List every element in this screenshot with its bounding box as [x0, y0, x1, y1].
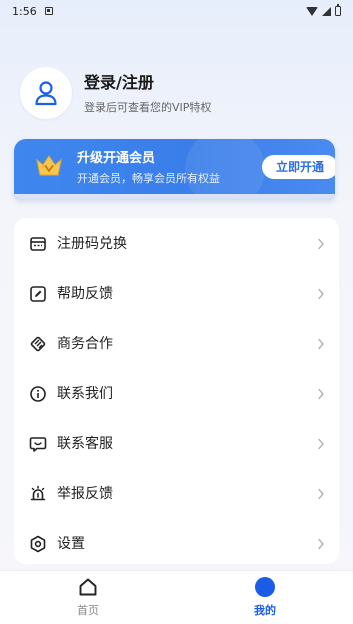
menu-item-label: 设置 — [57, 536, 85, 552]
profile-dot-icon — [255, 577, 275, 597]
menu-item-label: 举报反馈 — [57, 486, 113, 502]
vip-glow — [185, 139, 265, 199]
status-bar: 1:56 — [0, 0, 353, 22]
vip-subtitle: 开通会员，畅享会员所有权益 — [77, 172, 220, 185]
chevron-right-icon — [318, 538, 324, 550]
chevron-right-icon — [318, 388, 324, 400]
login-title[interactable]: 登录/注册 — [84, 72, 211, 94]
user-icon — [35, 81, 57, 106]
avatar[interactable] — [20, 67, 72, 119]
menu-item-customer-service[interactable]: 联系客服 — [14, 424, 339, 464]
menu-item-label: 注册码兑换 — [57, 236, 127, 252]
menu-item-contact-us[interactable]: 联系我们 — [14, 374, 339, 414]
menu-item-label: 联系我们 — [57, 386, 113, 402]
nav-tab-home[interactable]: 首页 — [0, 571, 176, 624]
menu-item-settings[interactable]: 设置 — [14, 524, 339, 564]
bottom-nav: 首页 我的 — [0, 570, 353, 624]
alarm-icon — [30, 485, 46, 501]
menu-item-report[interactable]: 举报反馈 — [14, 474, 339, 514]
handshake-icon — [30, 336, 46, 352]
notification-icon — [44, 7, 53, 15]
menu-item-label: 帮助反馈 — [57, 286, 113, 302]
nav-label-mine: 我的 — [254, 604, 276, 617]
crown-icon — [36, 155, 62, 176]
card-icon — [30, 237, 46, 251]
menu-item-label: 商务合作 — [57, 336, 113, 352]
nav-label-home: 首页 — [77, 604, 99, 617]
menu-item-redeem-code[interactable]: 注册码兑换 — [14, 224, 339, 264]
nav-tab-mine[interactable]: 我的 — [177, 571, 353, 624]
vip-title: 升级开通会员 — [77, 151, 156, 166]
status-time: 1:56 — [12, 4, 37, 18]
battery-icon — [335, 4, 341, 16]
chevron-right-icon — [318, 338, 324, 350]
chevron-right-icon — [318, 288, 324, 300]
vip-banner[interactable]: 升级开通会员 开通会员，畅享会员所有权益 立即开通 — [14, 139, 335, 199]
open-vip-button[interactable]: 立即开通 — [262, 155, 335, 179]
login-profile[interactable]: 登录/注册 登录后可查看您的VIP特权 — [20, 66, 330, 120]
chat-icon — [29, 437, 47, 452]
wifi-icon — [306, 6, 318, 16]
menu-item-business[interactable]: 商务合作 — [14, 324, 339, 364]
signal-icon — [322, 6, 331, 16]
chevron-right-icon — [318, 238, 324, 250]
login-subtitle: 登录后可查看您的VIP特权 — [84, 100, 212, 114]
menu-item-help-feedback[interactable]: 帮助反馈 — [14, 274, 339, 314]
info-icon — [30, 386, 46, 402]
menu-item-label: 联系客服 — [57, 436, 113, 452]
chevron-right-icon — [318, 438, 324, 450]
menu-list: 注册码兑换 帮助反馈 商务合作 联系我们 联系客服 举报反馈 设置 — [14, 218, 339, 564]
chevron-right-icon — [318, 488, 324, 500]
home-icon — [79, 578, 97, 596]
edit-icon — [30, 286, 46, 302]
settings-icon — [30, 535, 46, 553]
